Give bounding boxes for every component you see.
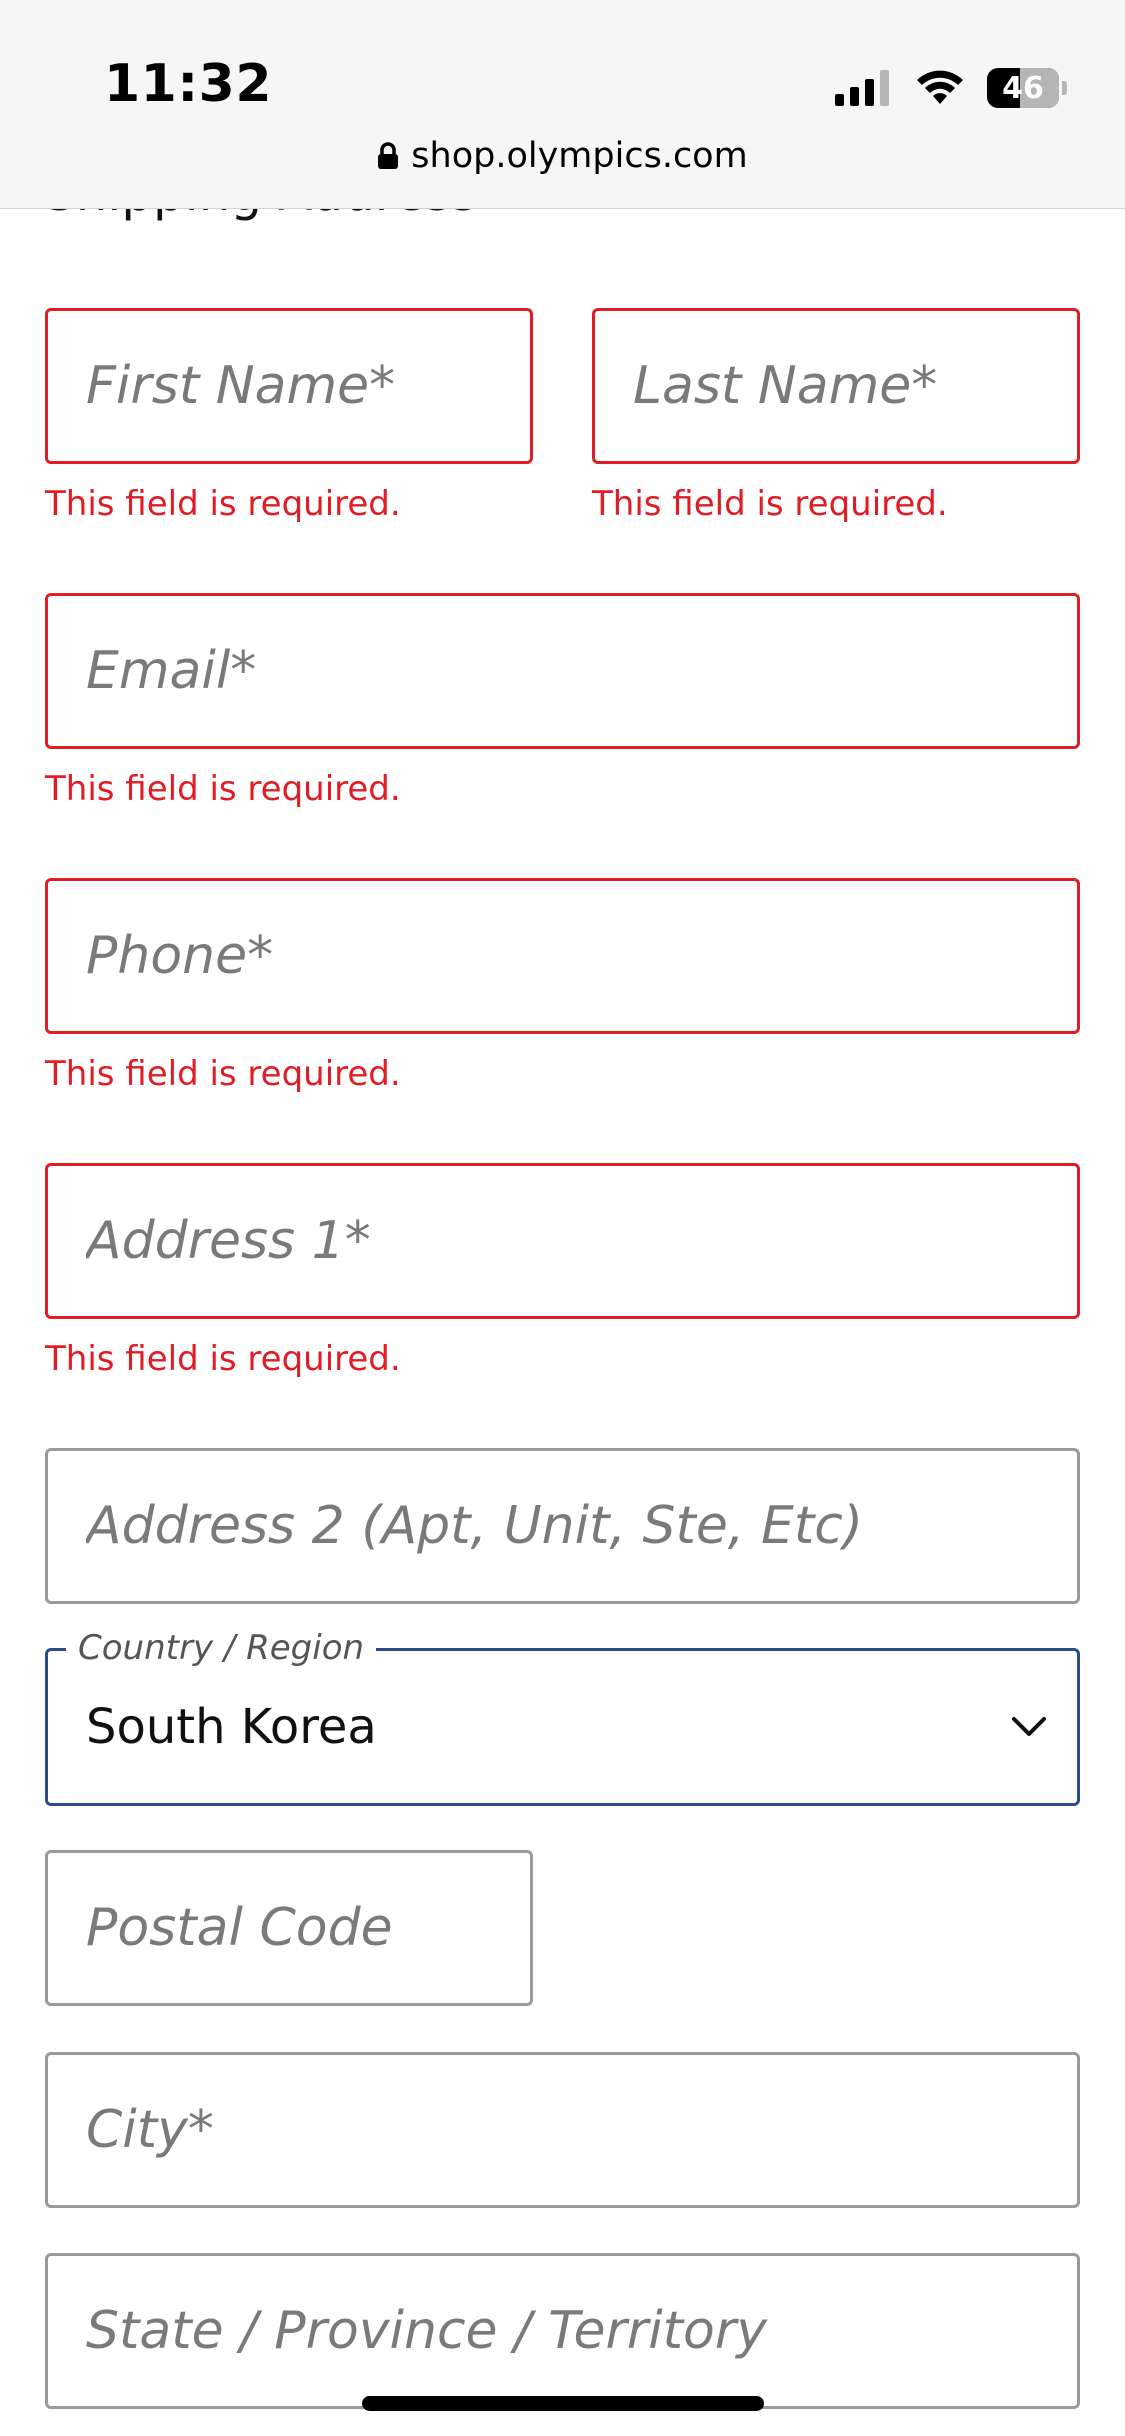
cellular-signal-icon	[835, 70, 889, 106]
email-field[interactable]	[45, 593, 1080, 749]
last-name-field[interactable]	[592, 308, 1080, 464]
postal-code-field[interactable]	[45, 1850, 533, 2006]
email-error: This field is required.	[45, 769, 401, 809]
country-select-label: Country / Region	[66, 1628, 377, 1668]
state-input[interactable]	[86, 2256, 1077, 2406]
browser-top-chrome: 11:32 46 shop.olympics.com	[0, 0, 1125, 209]
email-input[interactable]	[86, 596, 1077, 746]
battery-body: 46	[987, 68, 1059, 108]
wifi-icon	[917, 70, 963, 104]
first-name-field[interactable]	[45, 308, 533, 464]
status-icons: 46	[835, 66, 1067, 110]
state-field[interactable]	[45, 2253, 1080, 2409]
city-field[interactable]	[45, 2052, 1080, 2208]
home-indicator[interactable]	[362, 2396, 764, 2411]
postal-code-input[interactable]	[86, 1853, 530, 2003]
last-name-input[interactable]	[633, 311, 1077, 461]
first-name-input[interactable]	[86, 311, 530, 461]
chevron-down-icon	[1012, 1717, 1046, 1736]
city-input[interactable]	[86, 2055, 1077, 2205]
lock-icon	[378, 142, 399, 169]
screen: Shipping Address 11:32 46	[0, 0, 1125, 2436]
first-name-error: This field is required.	[45, 484, 401, 524]
last-name-error: This field is required.	[592, 484, 948, 524]
country-select[interactable]: South Korea	[45, 1648, 1080, 1806]
country-select-value: South Korea	[86, 1699, 377, 1755]
url-text: shop.olympics.com	[411, 136, 748, 176]
phone-input[interactable]	[86, 881, 1077, 1031]
battery-icon: 46	[987, 68, 1067, 108]
address2-input[interactable]	[86, 1451, 1077, 1601]
status-time: 11:32	[104, 54, 273, 114]
phone-error: This field is required.	[45, 1054, 401, 1094]
address2-field[interactable]	[45, 1448, 1080, 1604]
address1-error: This field is required.	[45, 1339, 401, 1379]
address1-input[interactable]	[86, 1166, 1077, 1316]
url-bar[interactable]: shop.olympics.com	[0, 136, 1125, 176]
battery-cap	[1062, 81, 1067, 95]
phone-field[interactable]	[45, 878, 1080, 1034]
address1-field[interactable]	[45, 1163, 1080, 1319]
battery-level: 46	[1002, 70, 1044, 106]
